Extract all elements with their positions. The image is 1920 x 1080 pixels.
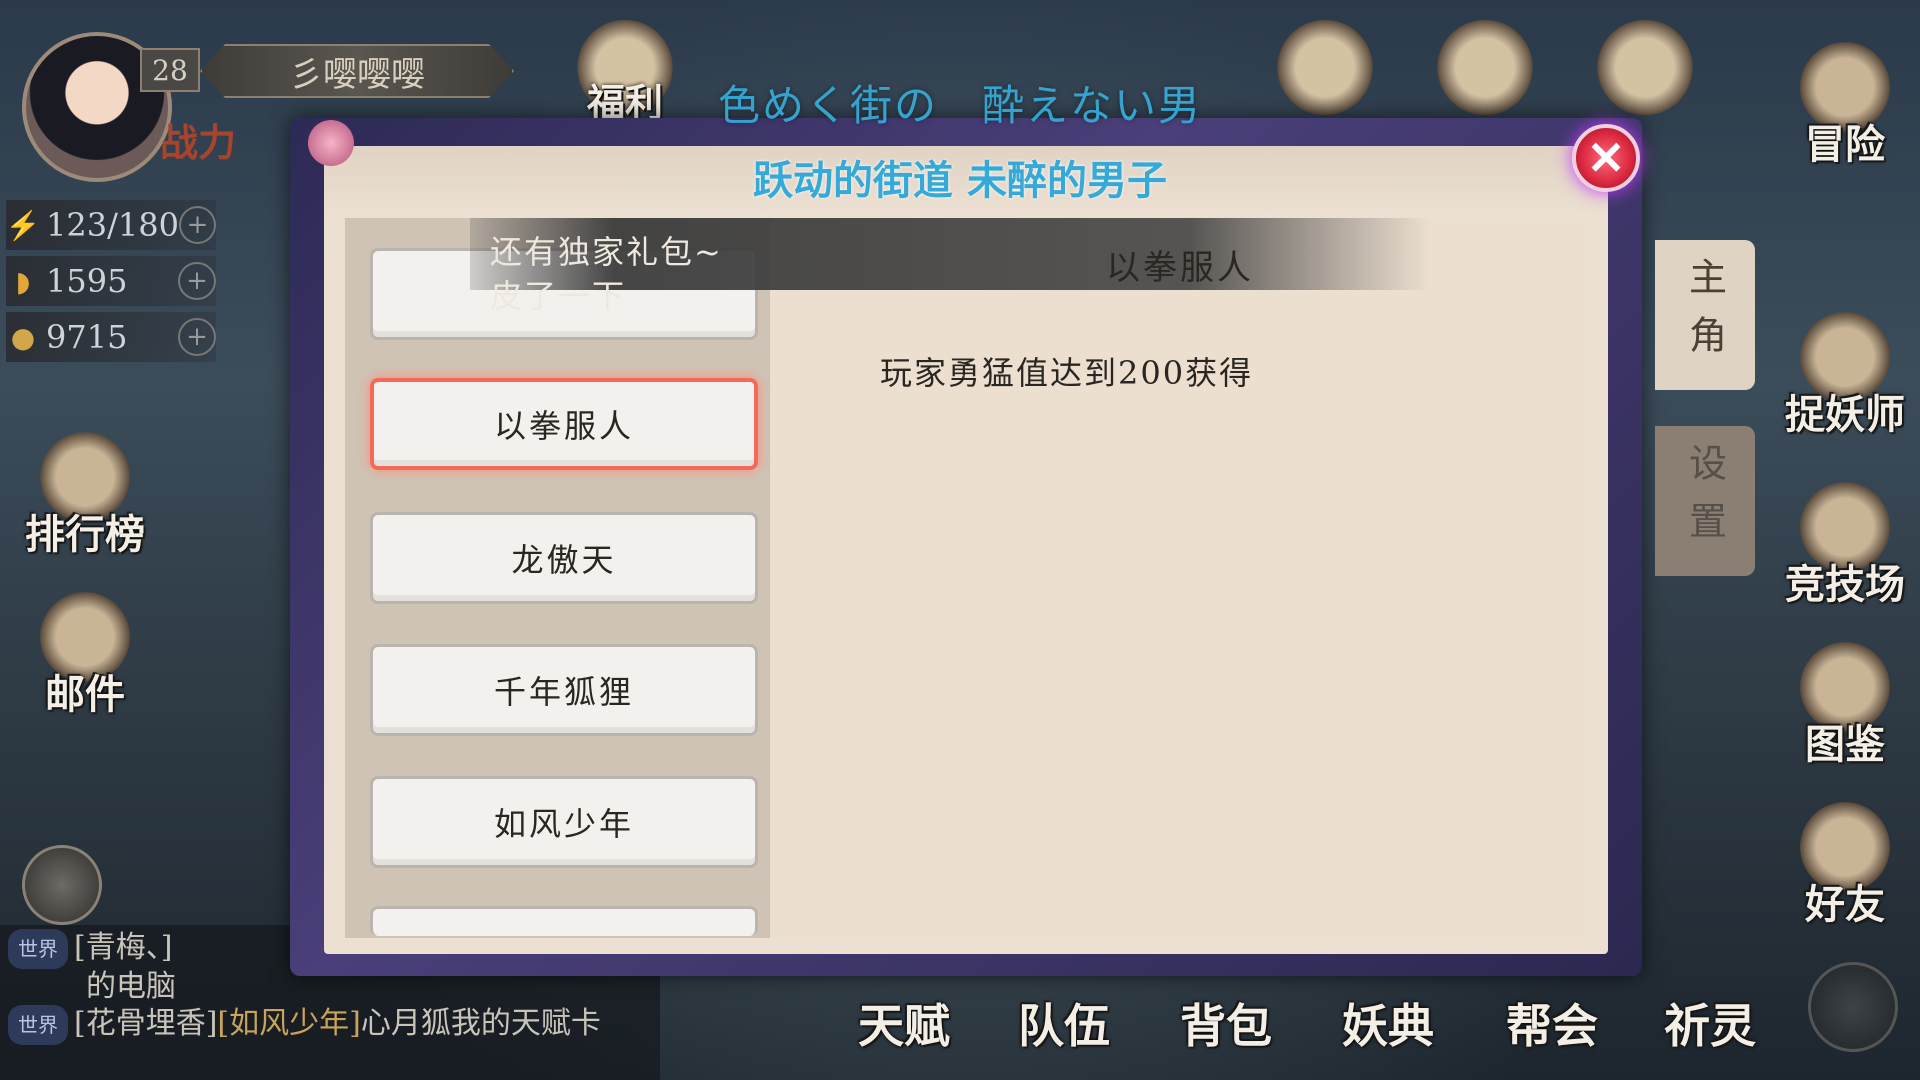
mail-button[interactable]: 邮件 [10,580,160,720]
lyric-title-jp: 色めく街の 酔えない男 [717,81,1202,130]
tab-settings[interactable]: 设置 [1655,426,1755,576]
chat-message: 世界 [青梅、] 的电脑 [8,929,176,1005]
friends-label: 好友 [1805,881,1885,928]
title-list-item-selected[interactable]: 以拳服人 [370,378,758,470]
arena-label: 竞技场 [1785,561,1905,608]
title-list-item[interactable]: 如风少年 [370,776,758,868]
hunter-button[interactable]: 捉妖师 [1770,300,1920,440]
atlas-label: 图鉴 [1805,721,1885,768]
add-energy-button[interactable]: + [178,206,216,244]
title-list-item[interactable]: 龙傲天 [370,512,758,604]
title-detail-panel [770,218,1590,938]
energy-value: 123/180 [46,206,179,244]
talent-button[interactable]: 天赋 [858,990,950,1056]
chat-message: 世界 [花骨埋香][如风少年]心月狐我的天赋卡 [8,1005,608,1045]
atlas-button[interactable]: 图鉴 [1770,630,1920,770]
title-list-item[interactable]: 千年狐狸 [370,644,758,736]
coin-icon: ● [10,320,36,354]
add-ingot-button[interactable]: + [178,262,216,300]
chat-toggle-button[interactable] [22,845,102,925]
title-list-item-partial[interactable] [370,906,758,936]
channel-tag: 世界 [8,929,68,969]
hunter-label: 捉妖师 [1785,391,1905,438]
chat-text: 心月狐我的天赋卡 [360,1006,601,1041]
arena-button[interactable]: 竞技场 [1770,470,1920,610]
pray-button[interactable]: 祈灵 [1664,990,1756,1056]
coin-value: 9715 [46,318,128,356]
bag-button[interactable]: 背包 [1180,990,1272,1056]
guild-button[interactable]: 帮会 [1506,990,1598,1056]
lightning-icon: ⚡ [5,208,41,242]
close-button[interactable]: ✕ [1572,124,1640,192]
mail-label: 邮件 [45,671,125,718]
selected-title-heading: 以拳服人 [1106,248,1254,288]
chat-user[interactable]: [花骨埋香] [74,1006,217,1041]
friends-button[interactable]: 好友 [1770,790,1920,930]
gold-ingot-icon: ◗ [15,264,31,298]
close-icon: ✕ [1586,131,1626,185]
chat-mention[interactable]: [如风少年] [217,1006,360,1041]
chat-user[interactable]: [青梅、] [74,930,172,965]
ingot-value: 1595 [46,262,128,300]
rank-label: 排行榜 [25,511,145,558]
banner-text: 还有独家礼包~ 皮了一下 [490,230,723,318]
team-button[interactable]: 队伍 [1018,990,1110,1056]
add-coin-button[interactable]: + [178,318,216,356]
rank-button[interactable]: 排行榜 [10,420,160,560]
banner-line: 还有独家礼包~ [490,233,723,271]
energy-row: ⚡ 123/180 + [6,200,216,250]
ingot-row: ◗ 1595 + [6,256,216,306]
selected-title-description: 玩家勇猛值达到200获得 [880,354,1254,392]
chat-text: 的电脑 [86,969,176,1004]
coin-row: ● 9715 + [6,312,216,362]
tab-protagonist[interactable]: 主角 [1655,240,1755,390]
channel-tag: 世界 [8,1005,68,1045]
compass-button[interactable] [1808,962,1898,1052]
codex-button[interactable]: 妖典 [1342,990,1434,1056]
banner-line: 皮了一下 [490,277,627,315]
